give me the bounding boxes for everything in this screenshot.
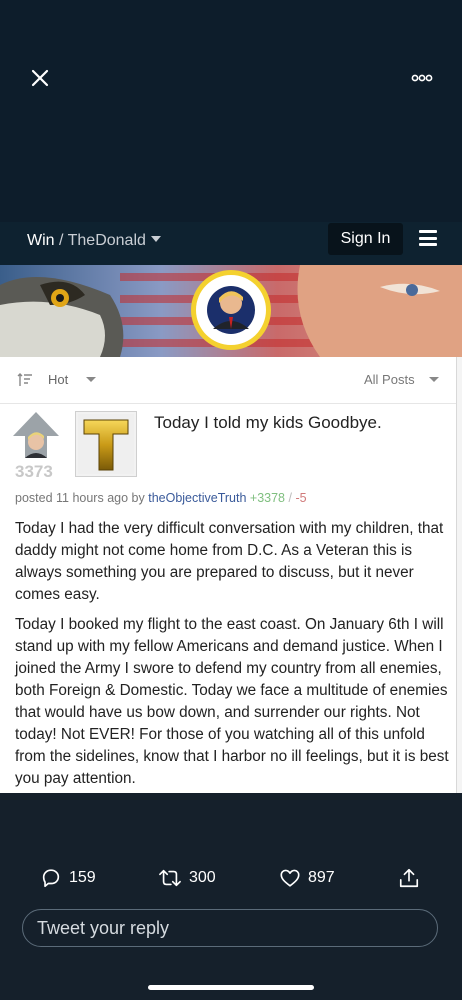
reply-icon	[42, 869, 60, 888]
sort-bar: Hot All Posts	[0, 357, 456, 404]
like-count: 897	[308, 869, 335, 886]
vote-separator: /	[288, 491, 292, 505]
chevron-down-icon[interactable]	[86, 377, 96, 382]
post-paragraph: Today I had the very difficult conversat…	[15, 520, 444, 603]
post-paragraph: Today I booked my flight to the east coa…	[15, 616, 449, 787]
tweet-reply-input[interactable]	[22, 909, 438, 947]
community-banner	[0, 265, 462, 357]
retweet-count: 300	[189, 869, 216, 886]
post-card: 3373 T Today I told my kids Goodbye. pos…	[0, 404, 456, 793]
tweet-actions: 159 300 897	[0, 860, 462, 894]
filter-select[interactable]: All Posts	[364, 372, 415, 387]
retweet-icon	[159, 869, 181, 887]
chevron-down-icon[interactable]	[429, 377, 439, 382]
like-button[interactable]: 897	[279, 866, 335, 890]
sort-icon	[17, 373, 32, 386]
share-icon	[399, 868, 419, 888]
media-viewer-top	[0, 0, 462, 222]
retweet-button[interactable]: 300	[158, 866, 216, 890]
brand-name: Win	[27, 232, 55, 249]
more-options-icon	[411, 74, 433, 82]
hamburger-menu-icon[interactable]	[419, 230, 437, 246]
close-button[interactable]	[26, 64, 54, 92]
sort-select[interactable]: Hot	[48, 372, 68, 387]
community-name: TheDonald	[67, 232, 146, 249]
home-indicator[interactable]	[148, 985, 314, 990]
reply-count: 159	[69, 869, 96, 886]
sign-in-button[interactable]: Sign In	[328, 223, 403, 255]
post-thumbnail[interactable]: T	[75, 411, 137, 477]
chevron-down-icon	[150, 236, 161, 242]
share-button[interactable]	[398, 866, 427, 890]
post-title[interactable]: Today I told my kids Goodbye.	[154, 413, 382, 433]
close-icon	[31, 69, 49, 87]
post-body: Today I had the very difficult conversat…	[15, 518, 451, 798]
scrollbar	[456, 357, 462, 793]
heart-icon	[280, 869, 300, 887]
more-options-button[interactable]	[404, 66, 440, 90]
reply-button[interactable]: 159	[40, 866, 96, 890]
community-switcher[interactable]: Win / TheDonald	[27, 232, 161, 250]
brand-separator: /	[59, 232, 64, 249]
author-link[interactable]: theObjectiveTruth	[148, 491, 246, 505]
posted-time: posted 11 hours ago by	[15, 491, 145, 505]
post-score: 3373	[15, 462, 53, 481]
upvote-arrow-icon[interactable]	[11, 410, 61, 460]
downvote-count: -5	[295, 491, 307, 505]
upvote-count: +3378	[249, 491, 286, 505]
post-meta: posted 11 hours ago by theObjectiveTruth…	[15, 491, 307, 505]
